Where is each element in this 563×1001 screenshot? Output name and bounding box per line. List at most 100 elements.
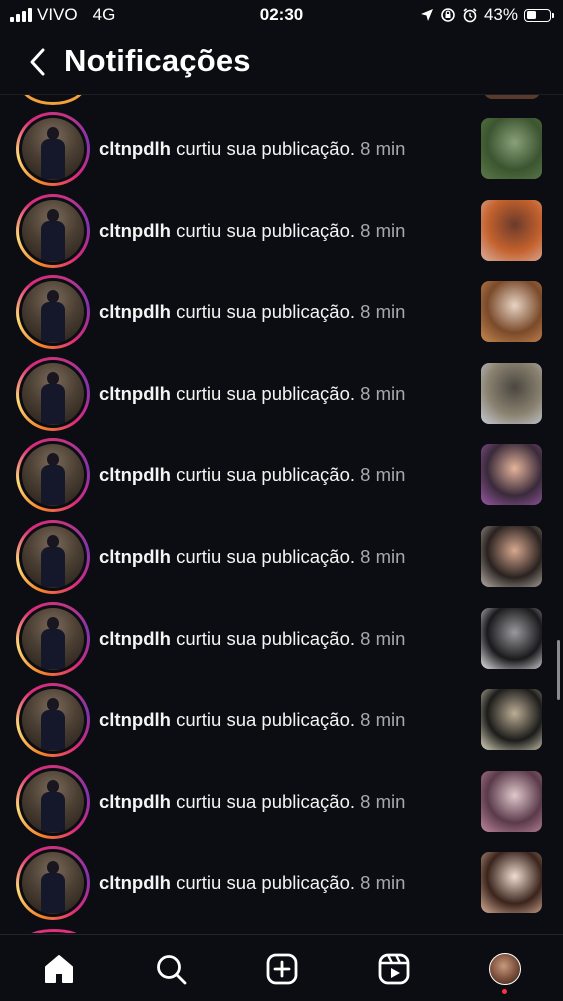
avatar-gap xyxy=(19,523,87,591)
avatar xyxy=(22,118,84,180)
post-thumbnail[interactable] xyxy=(481,281,542,343)
avatar-gap xyxy=(19,359,87,428)
notification-row[interactable]: cltnpdlh curtiu sua publicação. 8 min xyxy=(0,353,563,435)
avatar-gap xyxy=(19,767,87,836)
avatar xyxy=(22,689,84,752)
notification-time: 8 min xyxy=(360,301,406,323)
notification-row[interactable]: cltnpdlh curtiu sua publicação. 8 min xyxy=(0,190,563,272)
notification-row[interactable]: cltnpdlh curtiu sua publicação. 8 min xyxy=(0,108,563,190)
avatar-figure-body xyxy=(41,383,65,424)
notification-time: 8 min xyxy=(360,219,406,241)
alarm-icon xyxy=(463,8,477,23)
notification-row[interactable]: cltnpdlh curtiu sua publicação. 8 min xyxy=(0,516,563,598)
post-thumbnail[interactable] xyxy=(481,526,542,587)
username[interactable]: cltnpdlh xyxy=(99,383,171,404)
notification-row[interactable]: cltnpdlh curtiu sua publicação. 8 min xyxy=(0,761,563,843)
avatar-figure-body xyxy=(41,710,65,751)
notification-action: curtiu sua publicação. xyxy=(176,546,356,567)
notification-action: curtiu sua publicação. xyxy=(176,627,356,649)
notification-text: cltnpdlh curtiu sua publicação. 8 min xyxy=(99,464,405,486)
notification-action: curtiu sua publicação. xyxy=(176,138,356,159)
username[interactable]: cltnpdlh xyxy=(99,709,171,730)
post-thumbnail[interactable] xyxy=(481,362,542,424)
create-post-icon xyxy=(266,953,298,985)
header: Notificações xyxy=(0,30,563,95)
status-right: 43% xyxy=(420,5,554,25)
location-arrow-icon xyxy=(420,9,433,21)
story-ring[interactable] xyxy=(16,601,90,676)
avatar-figure-body xyxy=(41,547,65,587)
username[interactable]: cltnpdlh xyxy=(99,872,171,893)
avatar-figure-body xyxy=(41,220,65,261)
avatar-figure-head xyxy=(47,208,59,222)
avatar-figure-body xyxy=(41,628,65,669)
post-thumbnail[interactable] xyxy=(481,199,542,261)
tab-search[interactable] xyxy=(151,949,191,989)
post-thumbnail[interactable] xyxy=(481,444,542,506)
avatar-gap xyxy=(19,849,87,918)
notification-text: cltnpdlh curtiu sua publicação. 8 min xyxy=(99,383,405,405)
story-ring[interactable] xyxy=(16,112,90,186)
avatar-figure-head xyxy=(47,616,59,630)
username[interactable]: cltnpdlh xyxy=(99,628,171,649)
battery-level xyxy=(526,11,536,19)
post-thumbnail[interactable] xyxy=(481,852,542,914)
avatar-ring-partial xyxy=(26,929,82,933)
avatar xyxy=(22,526,84,588)
tab-profile[interactable] xyxy=(485,949,525,989)
notification-time: 8 min xyxy=(360,627,406,649)
story-ring[interactable] xyxy=(16,683,90,758)
post-thumbnail[interactable] xyxy=(481,770,542,832)
notification-action: curtiu sua publicação. xyxy=(176,219,356,241)
username[interactable]: cltnpdlh xyxy=(99,546,171,567)
notification-time: 8 min xyxy=(360,464,406,486)
tab-reels[interactable] xyxy=(374,949,414,989)
story-ring[interactable] xyxy=(16,520,90,594)
avatar-figure-body xyxy=(41,791,65,832)
story-ring[interactable] xyxy=(16,438,90,513)
avatar-gap xyxy=(19,604,87,673)
reels-icon xyxy=(378,953,410,985)
notification-row[interactable]: cltnpdlh curtiu sua publicação. 8 min xyxy=(0,271,563,353)
notification-action: curtiu sua publicação. xyxy=(176,301,356,323)
tab-bar xyxy=(0,934,563,1001)
username[interactable]: cltnpdlh xyxy=(99,464,171,485)
notification-text: cltnpdlh curtiu sua publicação. 8 min xyxy=(99,709,405,731)
avatar xyxy=(22,607,84,670)
chevron-left-icon xyxy=(30,48,45,76)
back-button[interactable] xyxy=(22,44,54,80)
avatar xyxy=(22,770,84,833)
notification-time: 8 min xyxy=(360,872,406,894)
post-thumbnail[interactable] xyxy=(481,607,542,669)
tab-create[interactable] xyxy=(262,949,302,989)
notification-row[interactable]: cltnpdlh curtiu sua publicação. 8 min xyxy=(0,842,563,924)
username[interactable]: cltnpdlh xyxy=(99,138,171,159)
notification-time: 8 min xyxy=(360,138,406,159)
partial-row-below xyxy=(0,929,563,933)
username[interactable]: cltnpdlh xyxy=(99,301,171,322)
post-thumbnail-partial xyxy=(484,95,540,99)
story-ring[interactable] xyxy=(16,356,90,431)
notification-row[interactable]: cltnpdlh curtiu sua publicação. 8 min xyxy=(0,679,563,761)
story-ring[interactable] xyxy=(16,193,90,268)
story-ring[interactable] xyxy=(16,275,90,350)
scrollbar[interactable] xyxy=(557,640,560,700)
notification-text: cltnpdlh curtiu sua publicação. 8 min xyxy=(99,872,405,894)
tab-home[interactable] xyxy=(39,949,79,989)
post-thumbnail[interactable] xyxy=(481,689,542,751)
avatar-gap xyxy=(19,441,87,510)
post-thumbnail[interactable] xyxy=(481,118,542,179)
story-ring[interactable] xyxy=(16,846,90,921)
avatar xyxy=(22,444,84,507)
notification-row[interactable]: cltnpdlh curtiu sua publicação. 8 min xyxy=(0,598,563,680)
username[interactable]: cltnpdlh xyxy=(99,220,171,241)
username[interactable]: cltnpdlh xyxy=(99,791,171,812)
avatar-gap xyxy=(19,115,87,183)
notification-row[interactable]: cltnpdlh curtiu sua publicação. 8 min xyxy=(0,434,563,516)
avatar-figure-body xyxy=(41,873,65,914)
avatar-figure-head xyxy=(47,371,59,385)
notification-list[interactable]: cltnpdlh curtiu sua publicação. 8 min clt… xyxy=(0,95,563,933)
avatar-figure-body xyxy=(41,465,65,506)
story-ring[interactable] xyxy=(16,764,90,839)
notification-text: cltnpdlh curtiu sua publicação. 8 min xyxy=(99,138,405,160)
